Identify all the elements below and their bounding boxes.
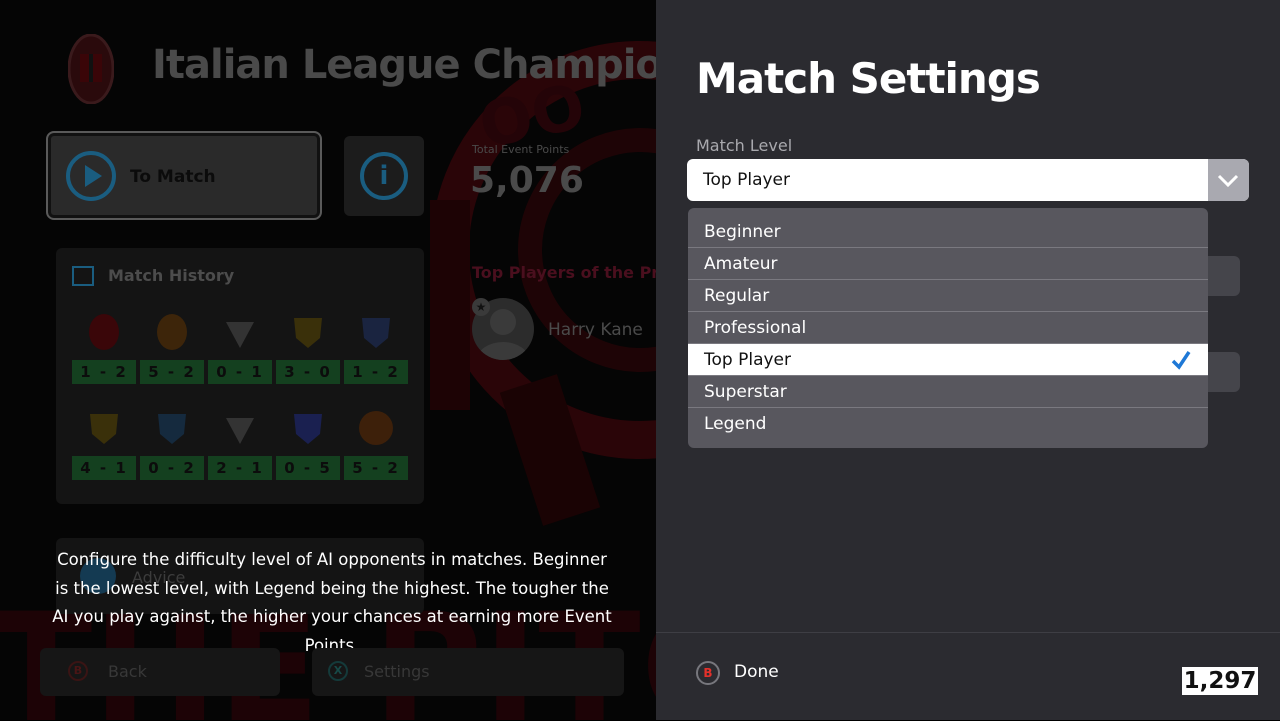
panel-title: Match Settings [696, 54, 1041, 103]
match-level-selected-value: Top Player [703, 170, 790, 190]
background-screen: THE PITCH OO Italian League Champions To… [0, 0, 656, 720]
opponent-crest-icon [222, 312, 258, 352]
to-match-button[interactable]: To Match [46, 131, 322, 220]
top-player-name: Harry Kane [548, 320, 643, 340]
match-score: 1 - 2 [344, 360, 408, 384]
total-points-value: 5,076 [470, 160, 584, 201]
match-score: 0 - 2 [140, 456, 204, 480]
to-match-label: To Match [130, 167, 216, 187]
panel-footer: B Done 1,297 [656, 632, 1280, 721]
settings-button[interactable]: X Settings [312, 648, 624, 696]
chevron-down-icon [1217, 174, 1239, 188]
b-button-icon: B [696, 661, 720, 685]
opponent-crest-icon [358, 312, 394, 352]
opponent-crest-icon [222, 408, 258, 448]
event-title: Italian League Champions [152, 42, 656, 88]
match-history-panel[interactable]: Match History 1 - 2 5 - 2 0 - 1 3 - 0 1 … [56, 248, 424, 504]
club-crest-icon [68, 34, 114, 104]
match-score: 0 - 1 [208, 360, 272, 384]
hidden-setting-row [1208, 352, 1240, 392]
done-button[interactable]: Done [734, 662, 779, 682]
info-icon: i [360, 152, 408, 200]
coin-balance: 1,297 [1182, 667, 1258, 695]
hidden-setting-row [1208, 256, 1240, 296]
option-superstar[interactable]: Superstar [688, 377, 1208, 408]
x-button-icon: X [328, 661, 348, 681]
total-points-label: Total Event Points [472, 143, 570, 156]
match-settings-panel: Match Settings Match Level Top Player Be… [656, 0, 1280, 720]
match-score: 4 - 1 [72, 456, 136, 480]
match-score: 2 - 1 [208, 456, 272, 480]
option-legend[interactable]: Legend [688, 409, 1208, 440]
opponent-crest-icon [86, 312, 122, 352]
opponent-crest-icon [154, 312, 190, 352]
opponent-crest-icon [86, 408, 122, 448]
opponent-crest-icon [154, 408, 190, 448]
opponent-crest-icon [290, 312, 326, 352]
history-icon [72, 266, 94, 286]
option-regular[interactable]: Regular [688, 281, 1208, 312]
option-top-player[interactable]: Top Player [688, 344, 1208, 376]
star-icon: ★ [472, 298, 490, 316]
option-label: Top Player [704, 350, 791, 370]
checkmark-icon [1171, 351, 1191, 370]
match-level-select[interactable]: Top Player [687, 159, 1249, 201]
match-level-dropdown: Beginner Amateur Regular Professional To… [688, 208, 1208, 448]
back-button[interactable]: B Back [40, 648, 280, 696]
match-score: 1 - 2 [72, 360, 136, 384]
match-level-label: Match Level [696, 136, 793, 155]
info-button[interactable]: i [344, 136, 424, 216]
option-amateur[interactable]: Amateur [688, 249, 1208, 280]
dropdown-toggle[interactable] [1208, 159, 1249, 201]
opponent-crest-icon [290, 408, 326, 448]
match-score: 0 - 5 [276, 456, 340, 480]
top-players-title: Top Players of the Previ [472, 263, 656, 282]
option-beginner[interactable]: Beginner [688, 217, 1208, 248]
settings-label: Settings [364, 662, 430, 681]
match-history-title: Match History [108, 266, 235, 285]
match-score: 5 - 2 [344, 456, 408, 480]
match-level-description: Configure the difficulty level of AI opp… [52, 550, 612, 655]
opponent-crest-icon [358, 408, 394, 448]
play-icon [66, 151, 116, 201]
match-score: 3 - 0 [276, 360, 340, 384]
option-professional[interactable]: Professional [688, 313, 1208, 344]
b-button-icon: B [68, 661, 88, 681]
back-label: Back [108, 662, 147, 681]
match-score: 5 - 2 [140, 360, 204, 384]
